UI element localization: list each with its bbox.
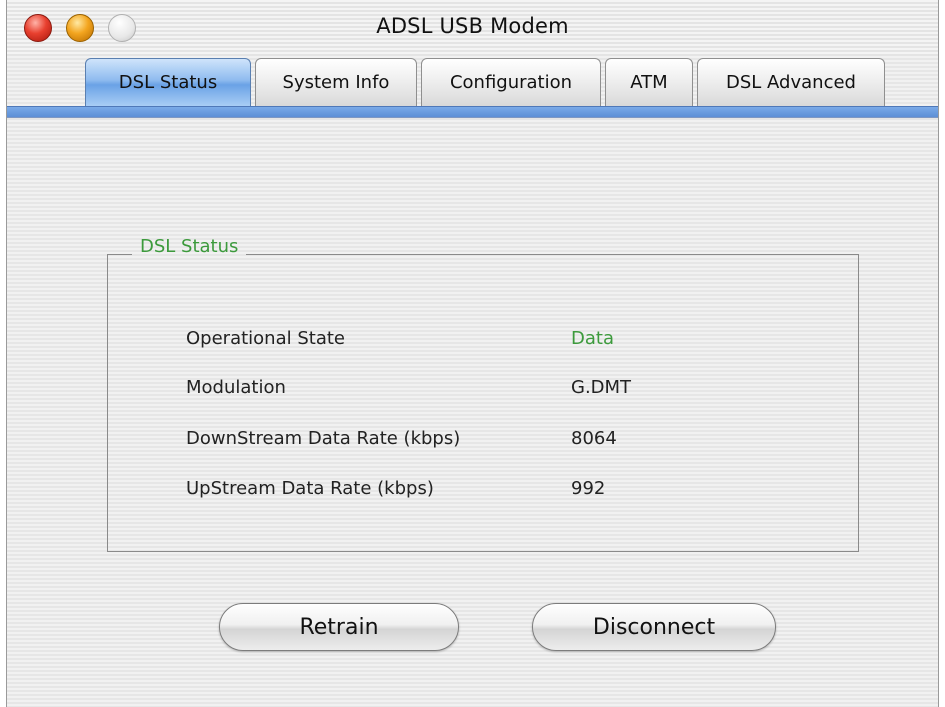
tab-dsl-status[interactable]: DSL Status bbox=[85, 58, 251, 106]
upstream-rate-label: UpStream Data Rate (kbps) bbox=[186, 478, 434, 499]
app-window: ADSL USB Modem DSL Status System Info Co… bbox=[6, 0, 939, 707]
disconnect-button[interactable]: Disconnect bbox=[532, 603, 776, 651]
group-title: DSL Status bbox=[132, 236, 247, 257]
tab-configuration[interactable]: Configuration bbox=[421, 58, 601, 106]
modulation-label: Modulation bbox=[186, 377, 286, 398]
tab-bar: DSL Status System Info Configuration ATM… bbox=[85, 58, 889, 108]
title-bar[interactable]: ADSL USB Modem bbox=[7, 0, 938, 56]
downstream-rate-value: 8064 bbox=[571, 428, 617, 449]
window-title: ADSL USB Modem bbox=[376, 14, 569, 38]
operational-state-value: Data bbox=[571, 328, 614, 349]
tab-atm[interactable]: ATM bbox=[605, 58, 693, 106]
tab-divider bbox=[7, 106, 938, 118]
modulation-value: G.DMT bbox=[571, 377, 632, 398]
dsl-status-group bbox=[107, 254, 859, 552]
retrain-button[interactable]: Retrain bbox=[219, 603, 459, 651]
downstream-rate-label: DownStream Data Rate (kbps) bbox=[186, 428, 461, 449]
tab-system-info[interactable]: System Info bbox=[255, 58, 417, 106]
upstream-rate-value: 992 bbox=[571, 478, 606, 499]
tab-dsl-advanced[interactable]: DSL Advanced bbox=[697, 58, 885, 106]
operational-state-label: Operational State bbox=[186, 328, 345, 349]
